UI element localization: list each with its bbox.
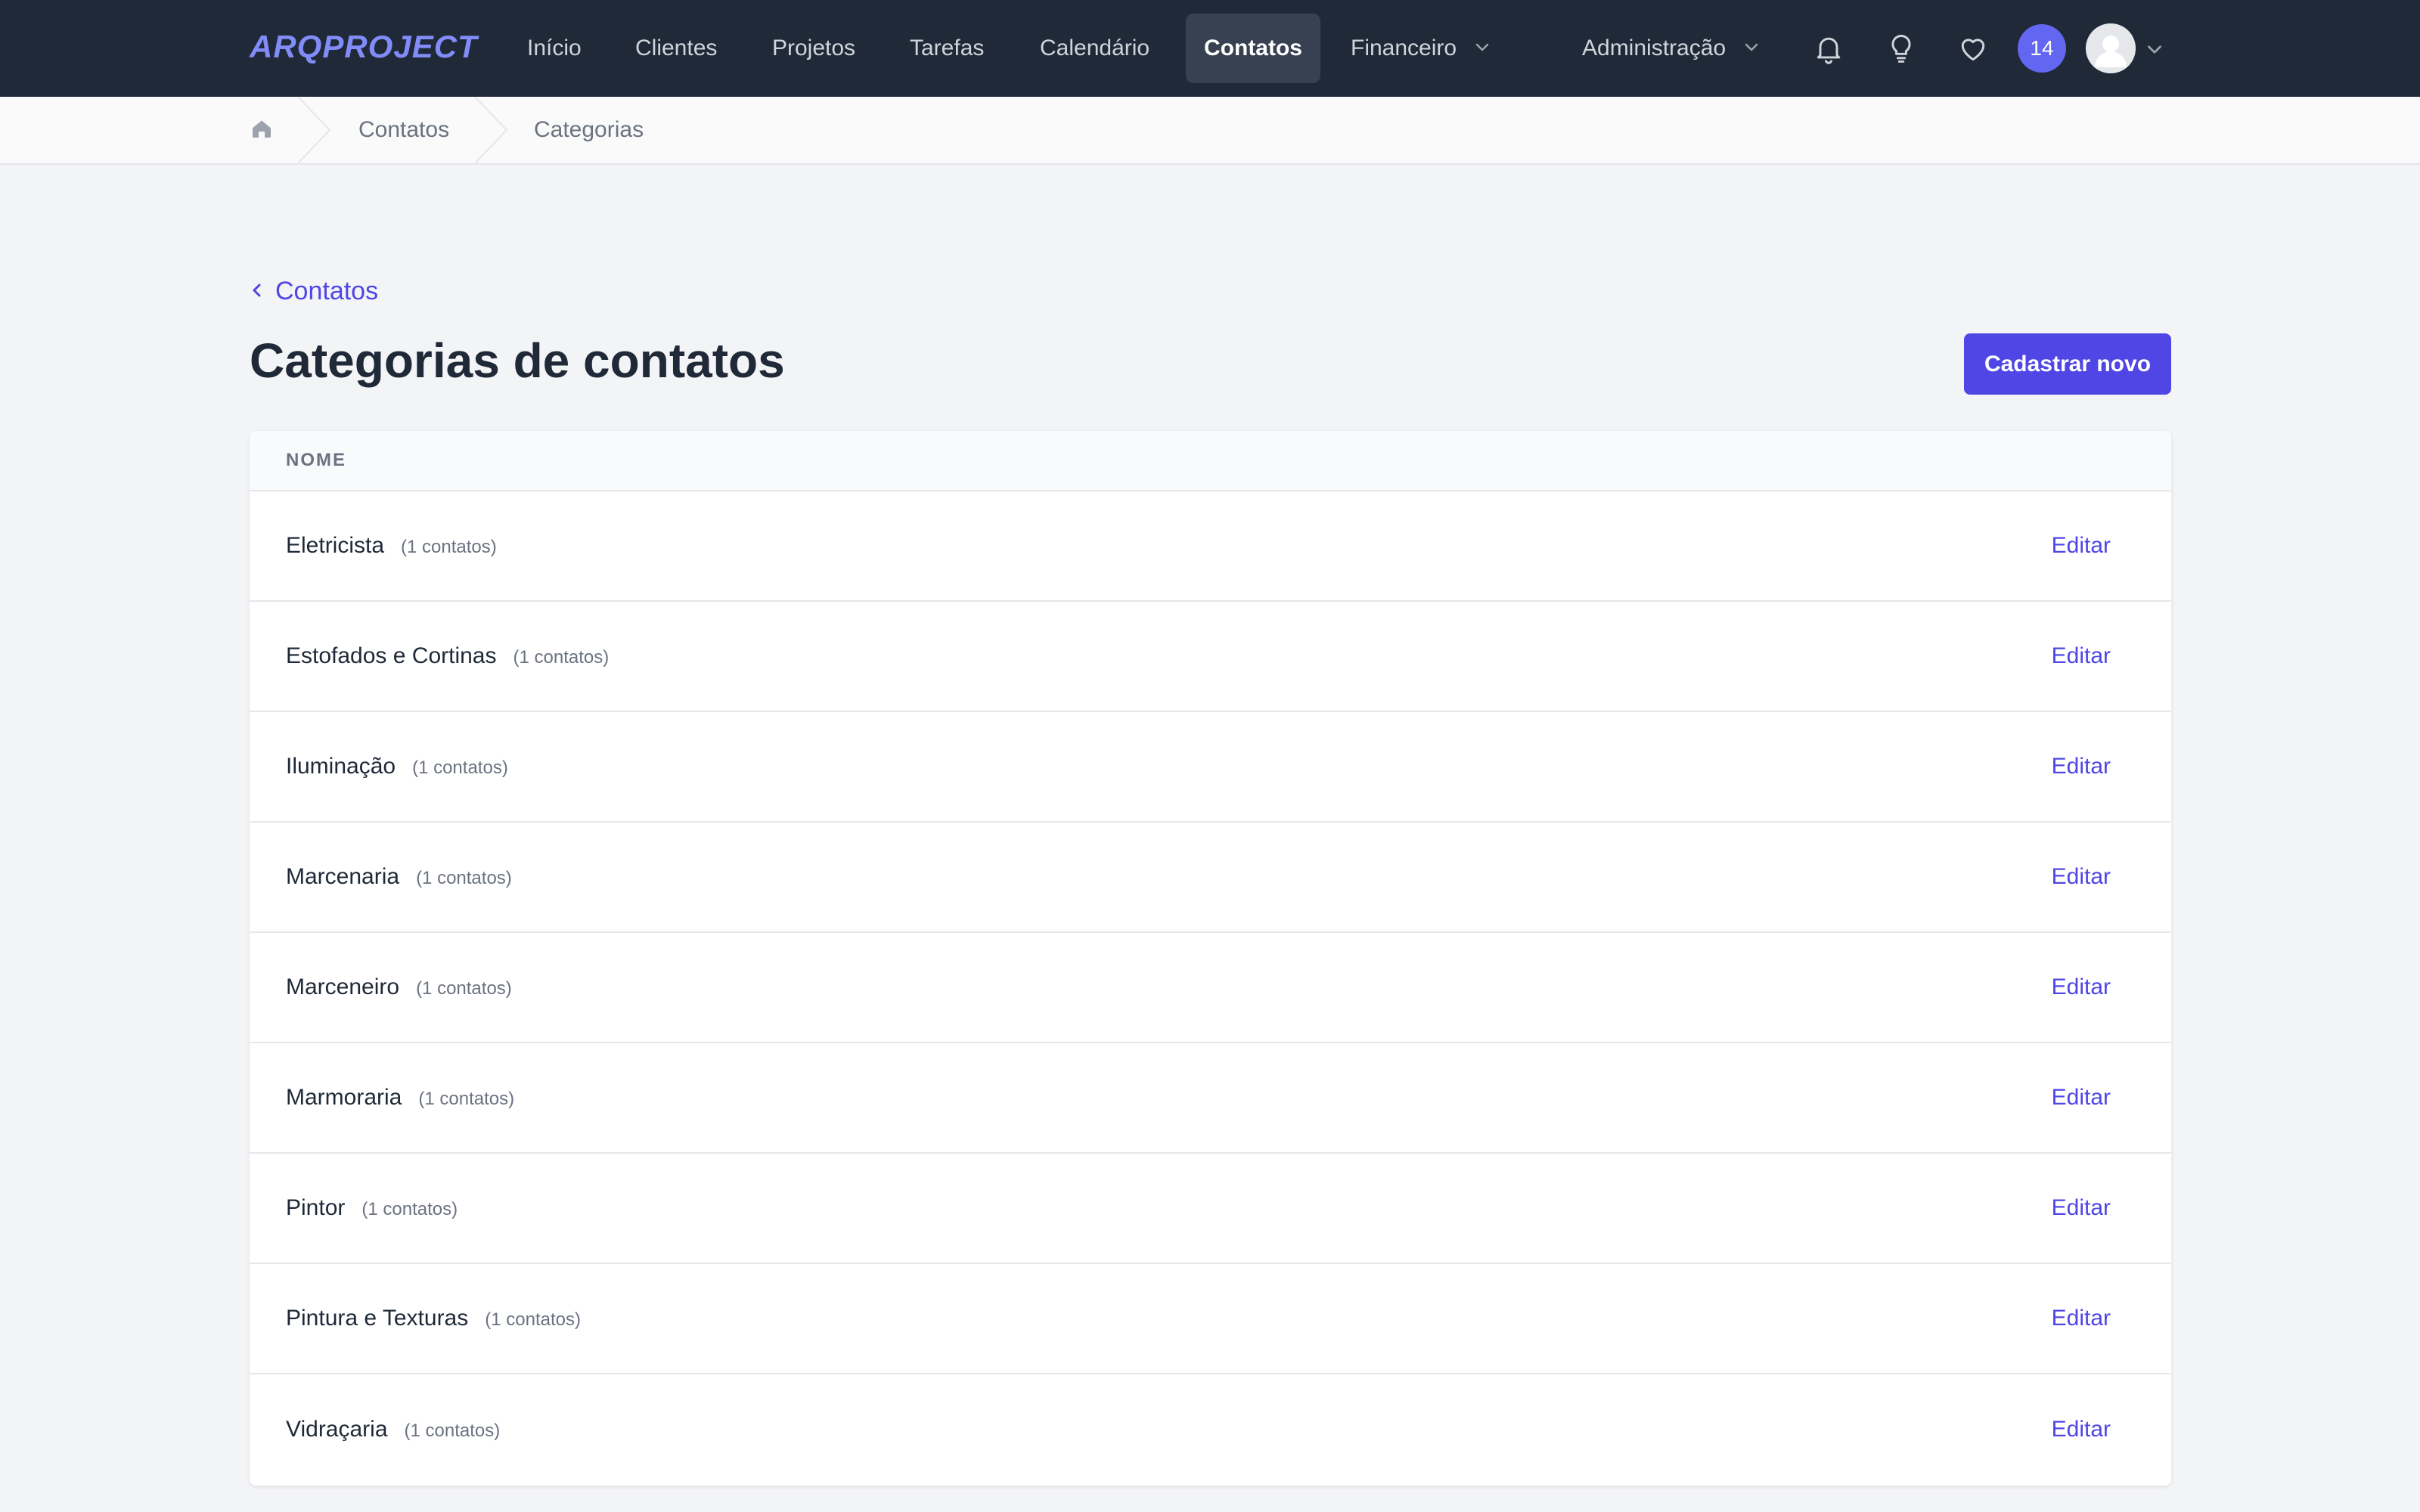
table-row: Vidraçaria (1 contatos) Editar bbox=[250, 1374, 2171, 1485]
table-row: Eletricista (1 contatos) Editar bbox=[250, 491, 2171, 602]
table-row: Estofados e Cortinas (1 contatos) Editar bbox=[250, 602, 2171, 712]
table-row: Marmoraria (1 contatos) Editar bbox=[250, 1043, 2171, 1154]
categories-table: NOME Eletricista (1 contatos) Editar Esto… bbox=[250, 431, 2171, 1486]
category-count: (1 contatos) bbox=[412, 758, 508, 778]
category-name: Vidraçaria bbox=[286, 1417, 388, 1442]
breadcrumb-item-contatos[interactable]: Contatos bbox=[358, 97, 449, 163]
edit-link[interactable]: Editar bbox=[2052, 1195, 2111, 1221]
edit-link[interactable]: Editar bbox=[2052, 1417, 2111, 1442]
heart-icon[interactable] bbox=[1955, 30, 1991, 67]
category-count: (1 contatos) bbox=[513, 647, 610, 668]
table-row: Marceneiro (1 contatos) Editar bbox=[250, 933, 2171, 1043]
edit-link[interactable]: Editar bbox=[2052, 533, 2111, 559]
table-row: Iluminação (1 contatos) Editar bbox=[250, 712, 2171, 823]
category-count: (1 contatos) bbox=[401, 537, 497, 557]
breadcrumb: Contatos Categorias bbox=[0, 96, 2420, 167]
chevron-down-icon bbox=[1742, 14, 1761, 84]
edit-link[interactable]: Editar bbox=[2052, 1306, 2111, 1331]
chevron-left-icon bbox=[250, 277, 275, 306]
breadcrumb-separator bbox=[473, 96, 511, 167]
breadcrumb-item-categorias[interactable]: Categorias bbox=[534, 97, 644, 163]
edit-link[interactable]: Editar bbox=[2052, 864, 2111, 890]
category-name: Pintura e Texturas bbox=[286, 1306, 469, 1331]
category-count: (1 contatos) bbox=[416, 978, 512, 999]
category-name: Marcenaria bbox=[286, 864, 400, 889]
edit-link[interactable]: Editar bbox=[2052, 754, 2111, 779]
breadcrumb-separator bbox=[296, 96, 334, 167]
nav-item-financeiro[interactable]: Financeiro bbox=[1333, 14, 1509, 83]
table-row: Pintura e Texturas (1 contatos) Editar bbox=[250, 1264, 2171, 1374]
home-icon[interactable] bbox=[250, 116, 274, 144]
nav-item-clientes[interactable]: Clientes bbox=[617, 14, 735, 83]
category-name: Estofados e Cortinas bbox=[286, 643, 497, 668]
user-avatar[interactable] bbox=[2086, 23, 2136, 73]
category-name: Marmoraria bbox=[286, 1085, 402, 1110]
back-link[interactable]: Contatos bbox=[250, 272, 378, 310]
notification-count-badge[interactable]: 14 bbox=[2018, 24, 2066, 73]
category-count: (1 contatos) bbox=[361, 1199, 458, 1219]
nav-item-contatos[interactable]: Contatos bbox=[1186, 14, 1320, 83]
nav-item-financeiro-label: Financeiro bbox=[1351, 36, 1457, 60]
app-logo[interactable]: ARQPROJECT bbox=[250, 29, 478, 65]
edit-link[interactable]: Editar bbox=[2052, 643, 2111, 669]
nav-item-administracao-label: Administração bbox=[1582, 36, 1727, 60]
category-count: (1 contatos) bbox=[485, 1309, 581, 1330]
nav-item-calendario[interactable]: Calendário bbox=[1022, 14, 1168, 83]
lightbulb-icon[interactable] bbox=[1883, 30, 1919, 67]
category-name: Pintor bbox=[286, 1195, 346, 1220]
category-count: (1 contatos) bbox=[418, 1089, 515, 1109]
table-header-name: NOME bbox=[250, 431, 2171, 491]
category-count: (1 contatos) bbox=[404, 1421, 501, 1441]
top-navbar: ARQPROJECT Início Clientes Projetos Tare… bbox=[0, 0, 2420, 97]
nav-item-projetos[interactable]: Projetos bbox=[754, 14, 873, 83]
category-name: Eletricista bbox=[286, 533, 385, 558]
user-menu-chevron-icon[interactable] bbox=[2145, 39, 2164, 63]
category-name: Marceneiro bbox=[286, 974, 400, 999]
table-row: Marcenaria (1 contatos) Editar bbox=[250, 823, 2171, 933]
back-link-label: Contatos bbox=[275, 276, 379, 305]
nav-item-tarefas[interactable]: Tarefas bbox=[892, 14, 1002, 83]
chevron-down-icon bbox=[1473, 14, 1491, 84]
nav-item-inicio[interactable]: Início bbox=[509, 14, 600, 83]
bell-icon[interactable] bbox=[1810, 30, 1847, 67]
category-count: (1 contatos) bbox=[416, 868, 512, 888]
category-name: Iluminação bbox=[286, 754, 396, 779]
edit-link[interactable]: Editar bbox=[2052, 1085, 2111, 1111]
nav-item-administracao[interactable]: Administração bbox=[1564, 14, 1779, 83]
new-category-button[interactable]: Cadastrar novo bbox=[1964, 333, 2171, 395]
edit-link[interactable]: Editar bbox=[2052, 974, 2111, 1000]
page-title: Categorias de contatos bbox=[250, 333, 785, 388]
table-row: Pintor (1 contatos) Editar bbox=[250, 1154, 2171, 1264]
